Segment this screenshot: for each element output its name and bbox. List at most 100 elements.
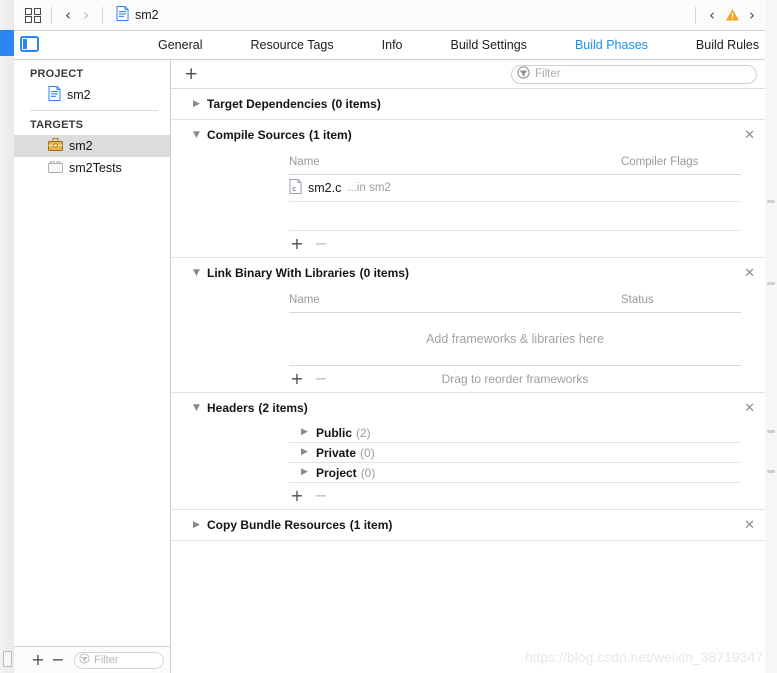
column-header-compiler-flags: Compiler Flags xyxy=(621,156,699,168)
tab-build-phases[interactable]: Build Phases xyxy=(551,31,672,60)
phase-title: Copy Bundle Resources xyxy=(207,518,346,532)
sidebar-item-label: sm2Tests xyxy=(69,161,122,175)
tab-general[interactable]: General xyxy=(134,31,226,60)
phase-body: Name Compiler Flags c sm2.c ...in sm2 + … xyxy=(171,150,765,257)
right-edge-tick xyxy=(767,470,775,473)
top-toolbar: ‹ › sm2 ‹ › xyxy=(14,0,765,31)
headers-group-private[interactable]: ▶ Private (0) xyxy=(289,443,741,463)
column-headers: Name Status xyxy=(289,288,741,313)
right-edge-strip[interactable] xyxy=(764,0,777,673)
chevron-down-icon[interactable]: ▼ xyxy=(193,403,204,413)
toolbar-divider xyxy=(51,6,52,24)
phase-title: Headers xyxy=(207,401,255,415)
headers-group-public[interactable]: ▶ Public (2) xyxy=(289,423,741,443)
table-row[interactable]: c sm2.c ...in sm2 xyxy=(289,175,741,202)
add-target-button[interactable]: + xyxy=(30,652,46,668)
sidebar-filter-placeholder: Filter xyxy=(94,654,119,666)
phase-count: (2 items) xyxy=(258,401,308,415)
breadcrumb[interactable]: sm2 xyxy=(116,6,159,24)
chevron-right-icon[interactable]: ▶ xyxy=(193,520,204,530)
left-edge-selection-marker xyxy=(0,30,14,56)
close-icon[interactable]: ✕ xyxy=(744,267,755,280)
sidebar-section-project: PROJECT xyxy=(30,68,84,80)
phase-row-tools: + − xyxy=(289,483,741,509)
tab-list: General Resource Tags Info Build Setting… xyxy=(134,31,777,60)
xcode-window: ‹ › sm2 ‹ › General Resource Tags Info B… xyxy=(0,0,777,673)
svg-text:c: c xyxy=(292,185,296,193)
phase-copy-bundle-resources: ▶ Copy Bundle Resources (1 item) ✕ xyxy=(171,510,765,541)
phase-row-tools: + − xyxy=(289,231,741,257)
add-file-button[interactable]: + xyxy=(289,236,305,252)
add-header-button[interactable]: + xyxy=(289,488,305,504)
navigator-panel-toggle-icon[interactable] xyxy=(20,36,39,52)
headers-group-project[interactable]: ▶ Project (0) xyxy=(289,463,741,483)
chevron-right-icon[interactable]: ▶ xyxy=(301,468,312,477)
warning-triangle-icon[interactable] xyxy=(723,6,741,24)
remove-target-button[interactable]: − xyxy=(50,652,66,668)
sidebar-footer: + − Filter xyxy=(14,646,171,673)
phase-header[interactable]: ▶ Target Dependencies (0 items) xyxy=(171,89,765,119)
sidebar-item-project-sm2[interactable]: sm2 xyxy=(14,84,170,106)
sidebar-filter-input[interactable]: Filter xyxy=(74,651,164,669)
add-framework-button[interactable]: + xyxy=(289,371,305,387)
test-bundle-icon xyxy=(48,160,63,176)
chevron-right-icon[interactable]: ▶ xyxy=(301,428,312,437)
chevron-right-icon[interactable]: ▶ xyxy=(193,99,204,109)
group-count: (2) xyxy=(356,425,371,440)
close-icon[interactable]: ✕ xyxy=(744,519,755,532)
phase-header[interactable]: ▶ Copy Bundle Resources (1 item) ✕ xyxy=(171,510,765,540)
filter-circle-icon xyxy=(517,66,530,82)
grid-icon[interactable] xyxy=(22,6,44,24)
column-headers: Name Compiler Flags xyxy=(289,150,741,175)
build-phases-filter-input[interactable]: Filter xyxy=(511,64,757,84)
remove-framework-button[interactable]: − xyxy=(313,371,329,387)
tab-info[interactable]: Info xyxy=(358,31,427,60)
sidebar-item-target-sm2[interactable]: sm2 xyxy=(14,135,170,157)
group-label: Project xyxy=(316,465,357,480)
toolbar-divider xyxy=(695,6,696,24)
phase-title: Link Binary With Libraries xyxy=(207,266,356,280)
chevron-right-icon[interactable]: › xyxy=(77,6,95,24)
phase-header[interactable]: ▼ Link Binary With Libraries (0 items) ✕ xyxy=(171,258,765,288)
toolbar-right-group: ‹ › xyxy=(688,6,765,24)
close-icon[interactable]: ✕ xyxy=(744,129,755,142)
file-location: ...in sm2 xyxy=(347,182,391,194)
empty-table-space xyxy=(289,202,741,231)
drag-hint-label: Drag to reorder frameworks xyxy=(441,372,589,386)
phase-count: (0 items) xyxy=(359,266,409,280)
project-targets-sidebar: PROJECT sm2 TARGETS sm2 sm2Tests xyxy=(14,60,171,673)
issue-next-chevron-right-icon[interactable]: › xyxy=(743,6,761,24)
empty-state-message: Add frameworks & libraries here xyxy=(289,313,741,366)
sidebar-section-targets: TARGETS xyxy=(30,119,84,131)
remove-header-button[interactable]: − xyxy=(313,488,329,504)
c-source-file-icon: c xyxy=(289,179,302,197)
build-phases-header: + Filter xyxy=(171,60,765,89)
chevron-down-icon[interactable]: ▼ xyxy=(193,130,204,140)
filter-circle-icon xyxy=(79,653,90,667)
phase-header[interactable]: ▼ Headers (2 items) ✕ xyxy=(171,393,765,423)
column-header-status: Status xyxy=(621,294,654,306)
phase-row-tools: + − Drag to reorder frameworks xyxy=(289,366,741,392)
phase-count: (1 item) xyxy=(309,128,352,142)
column-header-name: Name xyxy=(289,156,320,168)
sidebar-item-target-sm2tests[interactable]: sm2Tests xyxy=(14,157,170,179)
chevron-down-icon[interactable]: ▼ xyxy=(193,268,204,278)
phase-header[interactable]: ▼ Compile Sources (1 item) ✕ xyxy=(171,120,765,150)
remove-file-button[interactable]: − xyxy=(313,236,329,252)
add-build-phase-button[interactable]: + xyxy=(184,65,198,83)
tab-build-settings[interactable]: Build Settings xyxy=(427,31,551,60)
group-count: (0) xyxy=(360,445,375,460)
phase-body: Name Status Add frameworks & libraries h… xyxy=(171,288,765,392)
editor-tab-bar: General Resource Tags Info Build Setting… xyxy=(14,31,765,60)
sidebar-item-label: sm2 xyxy=(69,139,93,153)
group-label: Public xyxy=(316,425,353,440)
column-header-name: Name xyxy=(289,294,320,306)
chevron-right-icon[interactable]: ▶ xyxy=(301,448,312,457)
tab-build-rules[interactable]: Build Rules xyxy=(672,31,777,60)
group-label: Private xyxy=(316,445,357,460)
chevron-left-icon[interactable]: ‹ xyxy=(59,6,77,24)
left-edge-bottom-handle[interactable] xyxy=(3,651,12,667)
issue-prev-chevron-left-icon[interactable]: ‹ xyxy=(703,6,721,24)
tab-resource-tags[interactable]: Resource Tags xyxy=(226,31,357,60)
close-icon[interactable]: ✕ xyxy=(744,402,755,415)
